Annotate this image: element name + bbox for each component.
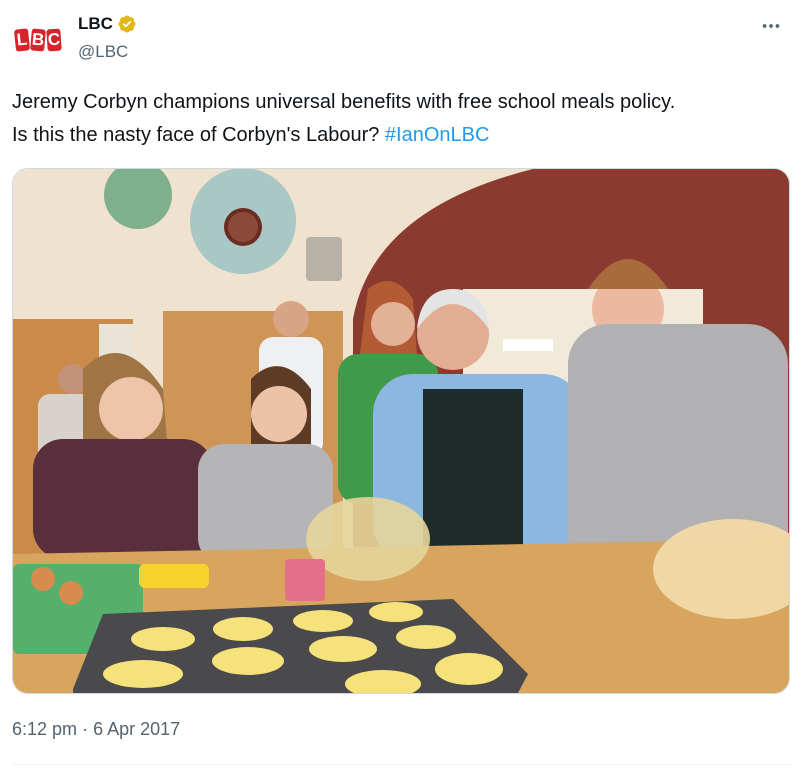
tweet-timestamp: 6:12 pm · 6 Apr 2017 [12, 719, 180, 740]
lbc-logo: L B C [13, 28, 62, 52]
tweet-photo[interactable] [12, 168, 790, 694]
photo-illustration [13, 169, 789, 693]
handle[interactable]: @LBC [78, 42, 137, 62]
tweet: L B C LBC @LBC Jeremy Corbyn champions u… [0, 0, 803, 768]
hashtag-link[interactable]: #IanOnLBC [385, 124, 490, 146]
display-name[interactable]: LBC [78, 14, 113, 34]
more-options-button[interactable] [757, 12, 785, 40]
tweet-time[interactable]: 6:12 pm [12, 719, 77, 739]
avatar[interactable]: L B C [12, 14, 64, 66]
tweet-text-line-2-body: Is this the nasty face of Corbyn's Labou… [12, 124, 380, 146]
tweet-text: Jeremy Corbyn champions universal benefi… [12, 86, 787, 152]
tweet-text-line-1: Jeremy Corbyn champions universal benefi… [12, 91, 676, 113]
divider [12, 764, 791, 765]
account-names: LBC @LBC [78, 12, 137, 62]
more-horizontal-icon [762, 24, 780, 28]
name-row: LBC [78, 12, 137, 36]
logo-letter-l: L [13, 28, 31, 52]
tweet-header: L B C LBC @LBC [12, 10, 791, 66]
timestamp-separator: · [82, 719, 89, 739]
tweet-text-line-2: Is this the nasty face of Corbyn's Labou… [12, 119, 787, 152]
logo-letter-c: C [46, 28, 62, 52]
tweet-date[interactable]: 6 Apr 2017 [93, 719, 180, 739]
verified-badge-icon [118, 15, 136, 33]
logo-letter-b: B [30, 28, 46, 52]
